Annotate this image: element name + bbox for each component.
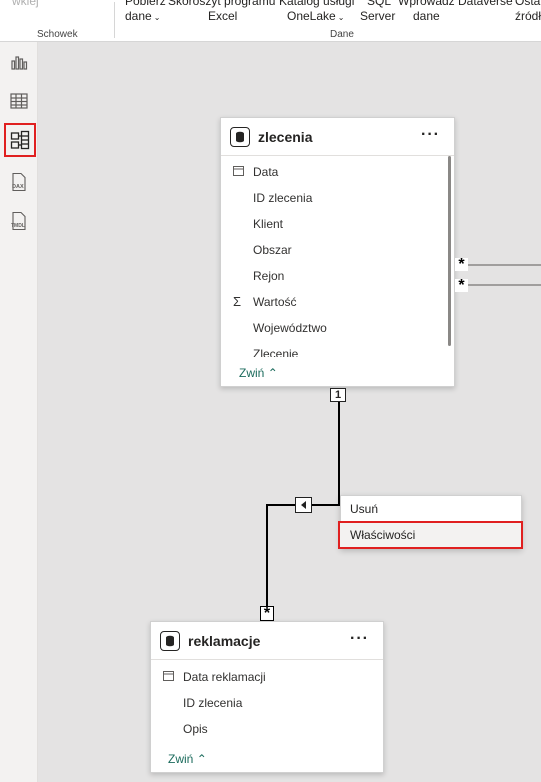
more-options-icon[interactable]: ··· (350, 630, 369, 648)
field-id-zlecenia[interactable]: ID zlecenia (253, 191, 312, 205)
scrollbar[interactable] (448, 156, 451, 346)
onelake-label-2: OneLake ⌄ (287, 9, 345, 23)
many-cardinality-marker: * (260, 605, 274, 621)
chevron-up-icon: ⌃ (267, 366, 278, 380)
enter-data-label-1: Wprowadź (398, 0, 455, 8)
field-obszar[interactable]: Obszar (253, 243, 292, 257)
recent-sources-label-1: Osta (515, 0, 541, 8)
many-cardinality-marker: * (455, 256, 468, 272)
collapse-link[interactable]: Zwiń ⌃ (239, 366, 278, 380)
get-data-label-2: dane ⌄ (125, 9, 161, 23)
table-card-zlecenia[interactable]: zlecenia ··· Data ID zlecenia Klient Obs… (220, 117, 455, 387)
menu-item-delete[interactable]: Usuń (341, 497, 521, 521)
report-view-button[interactable] (5, 48, 33, 76)
chevron-down-icon: ⌄ (337, 13, 345, 22)
model-view-button[interactable] (4, 123, 36, 157)
enter-data-label-2: dane (413, 9, 440, 23)
dataverse-label: Dataverse (458, 0, 513, 8)
field-wartosc[interactable]: Wartość (253, 295, 297, 309)
field-id-zlecenia[interactable]: ID zlecenia (183, 696, 242, 710)
view-navigation: DAX TMDL (0, 42, 38, 782)
field-clip: Zlecenie (221, 344, 446, 357)
chevron-up-icon: ⌃ (196, 752, 207, 766)
excel-label-2: Excel (208, 9, 238, 23)
table-header[interactable]: reklamacje ··· (151, 622, 383, 660)
database-icon (160, 630, 180, 651)
field-zlecenie[interactable]: Zlecenie (253, 347, 298, 357)
excel-label-1: Skoroszyt programu (168, 0, 276, 8)
bar-chart-icon (11, 56, 28, 70)
arrow-left-icon[interactable] (295, 497, 312, 513)
ribbon-separator (114, 2, 115, 38)
recent-sources-label-2: źródł (515, 9, 541, 23)
table-title: reklamacje (188, 632, 261, 649)
more-options-icon[interactable]: ··· (421, 126, 440, 144)
onelake-label-1: Katalog usługi (279, 0, 355, 8)
table-title: zlecenia (258, 128, 313, 145)
sigma-icon: Σ (233, 294, 242, 309)
field-data[interactable]: Data (253, 165, 278, 179)
ribbon-truncated-label: wkiej (12, 0, 39, 8)
relationship-context-menu: Usuń Właściwości (338, 495, 523, 549)
data-group-label: Dane (330, 29, 354, 40)
field-opis[interactable]: Opis (183, 722, 208, 736)
field-klient[interactable]: Klient (253, 217, 283, 231)
model-diagram-icon (10, 130, 30, 150)
chevron-down-icon: ⌄ (153, 13, 161, 22)
field-wojewodztwo[interactable]: Województwo (253, 321, 327, 335)
menu-item-properties[interactable]: Właściwości (338, 521, 523, 549)
table-card-reklamacje[interactable]: reklamacje ··· Data reklamacji ID zlecen… (150, 621, 384, 773)
table-grid-icon (10, 93, 28, 109)
field-data-reklamacji[interactable]: Data reklamacji (183, 670, 266, 684)
dax-label: DAX (12, 184, 24, 190)
dax-query-view-button[interactable]: DAX (5, 168, 33, 196)
tmdl-icon: TMDL (11, 211, 26, 231)
calendar-icon (163, 670, 174, 684)
collapse-link[interactable]: Zwiń ⌃ (168, 752, 207, 766)
get-data-label-1: Pobierz (125, 0, 166, 8)
tmdl-view-button[interactable]: TMDL (5, 207, 33, 235)
calendar-icon (233, 165, 244, 179)
database-icon (230, 126, 250, 147)
dax-icon: DAX (12, 172, 26, 192)
tmdl-label: TMDL (11, 223, 25, 229)
ribbon: wkiej Schowek Pobierz dane ⌄ Skoroszyt pr… (0, 0, 541, 42)
one-cardinality-marker: 1 (330, 388, 346, 402)
sql-label-2: Server (360, 9, 396, 23)
field-rejon[interactable]: Rejon (253, 269, 284, 283)
clipboard-group-label: Schowek (37, 29, 78, 40)
table-header[interactable]: zlecenia ··· (221, 118, 454, 156)
table-view-button[interactable] (5, 87, 33, 115)
sql-label-1: SQL (367, 0, 392, 8)
many-cardinality-marker: * (455, 277, 468, 293)
